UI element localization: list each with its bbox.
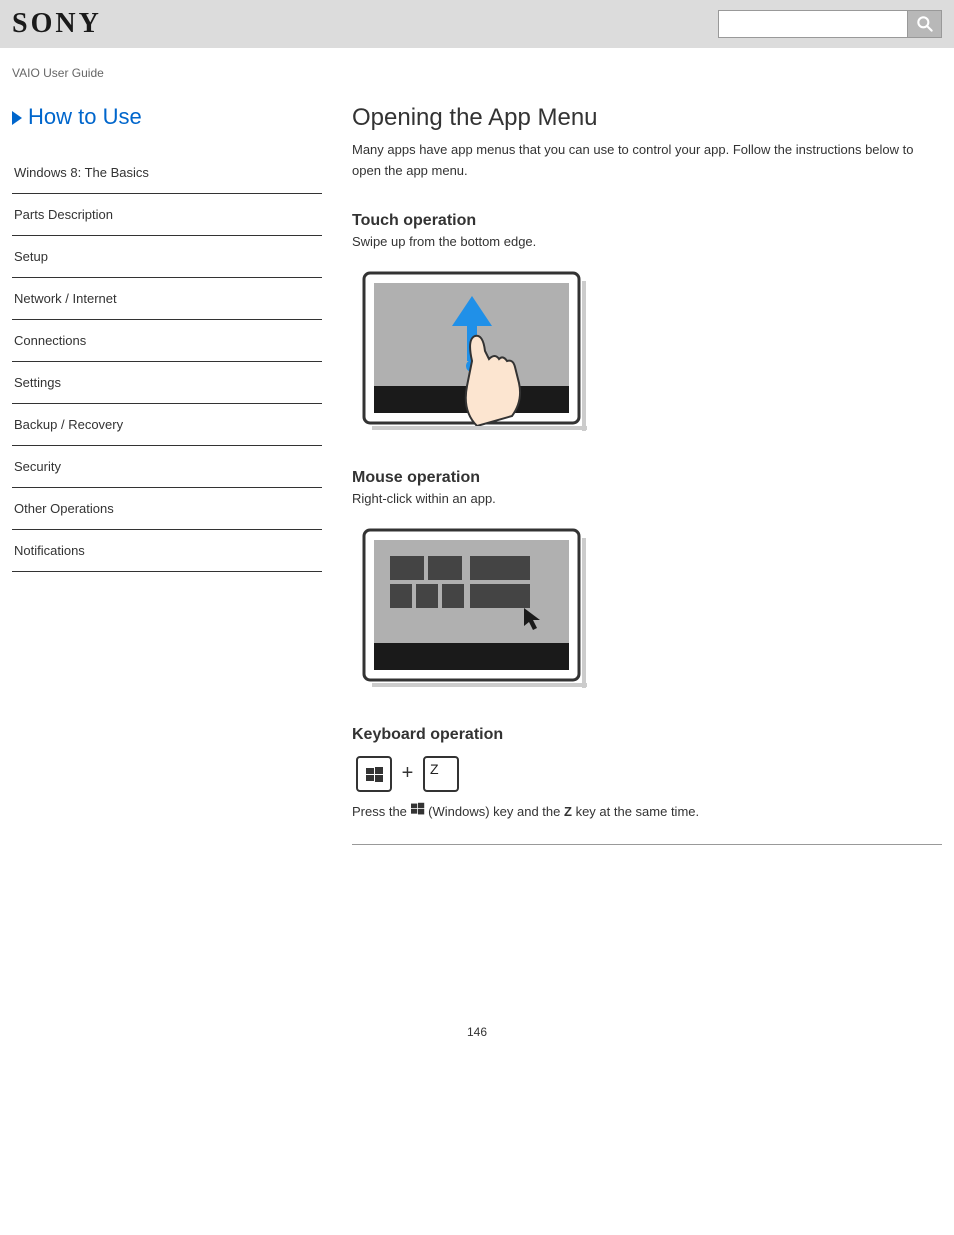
- mouse-illustration: [352, 518, 942, 696]
- touch-illustration: [352, 261, 942, 439]
- nav-item-setup[interactable]: Setup: [12, 236, 322, 278]
- nav-item-backup[interactable]: Backup / Recovery: [12, 404, 322, 446]
- nav-item-other[interactable]: Other Operations: [12, 488, 322, 530]
- nav-item-security[interactable]: Security: [12, 446, 322, 488]
- chevron-right-icon: [12, 111, 22, 125]
- nav-item-settings[interactable]: Settings: [12, 362, 322, 404]
- search-input[interactable]: [718, 10, 908, 38]
- search-button[interactable]: [908, 10, 942, 38]
- sidebar-title: How to Use: [12, 104, 322, 130]
- keyboard-keys-row: + Z: [352, 756, 942, 792]
- windows-key-box: [356, 756, 392, 792]
- page-title: Opening the App Menu: [352, 104, 942, 132]
- nav-item-parts[interactable]: Parts Description: [12, 194, 322, 236]
- mouse-sub: Right-click within an app.: [352, 491, 942, 506]
- search-icon: [915, 14, 935, 34]
- touch-sub: Swipe up from the bottom edge.: [352, 234, 942, 249]
- z-key-label: Z: [430, 761, 439, 777]
- windows-logo-icon: [366, 766, 384, 787]
- touch-heading: Touch operation: [352, 212, 942, 230]
- sony-logo: SONY: [12, 8, 102, 40]
- nav-item-connections[interactable]: Connections: [12, 320, 322, 362]
- divider: [352, 844, 942, 845]
- breadcrumb: VAIO User Guide: [0, 48, 954, 84]
- nav-item-notifications[interactable]: Notifications: [12, 530, 322, 572]
- plus-icon: +: [402, 762, 414, 785]
- page-subtitle: Many apps have app menus that you can us…: [352, 140, 942, 182]
- keyboard-instruction: Press the (Windows) key and the Z key at…: [352, 800, 942, 824]
- nav-item-network[interactable]: Network / Internet: [12, 278, 322, 320]
- windows-logo-icon-inline: [411, 800, 425, 823]
- search-container: [718, 10, 942, 38]
- page-number: 146: [0, 1025, 954, 1059]
- user-guide-spacer: [0, 84, 954, 104]
- content-area: Opening the App Menu Many apps have app …: [322, 104, 942, 845]
- z-key-box: Z: [423, 756, 459, 792]
- sidebar: How to Use Windows 8: The Basics Parts D…: [12, 104, 322, 845]
- nav-item-windows8[interactable]: Windows 8: The Basics: [12, 152, 322, 194]
- mouse-heading: Mouse operation: [352, 469, 942, 487]
- keyboard-heading: Keyboard operation: [352, 726, 942, 744]
